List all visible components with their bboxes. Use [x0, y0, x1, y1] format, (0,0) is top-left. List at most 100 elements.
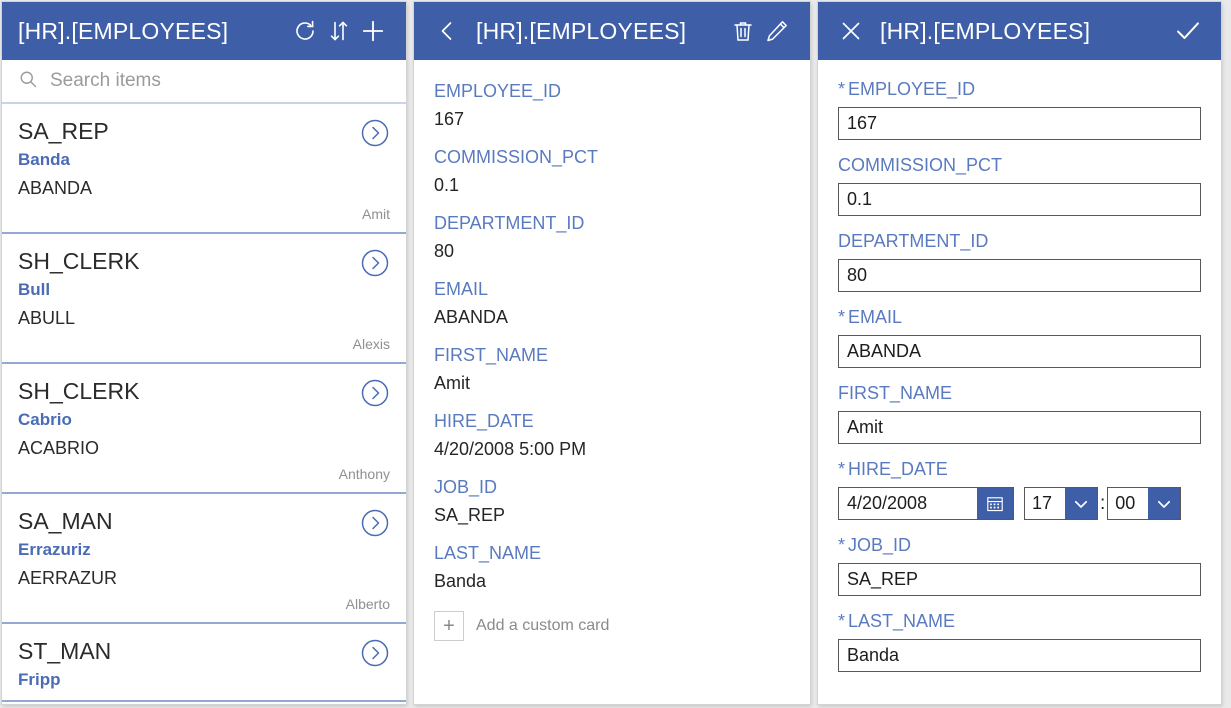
- form-label-text: EMAIL: [848, 307, 903, 327]
- calendar-icon[interactable]: [977, 488, 1013, 519]
- form-field-label: * EMAIL: [838, 304, 1201, 330]
- plus-icon[interactable]: [356, 14, 390, 48]
- list-panel: [HR].[EMPLOYEES] Search items SA_REP Ban…: [2, 2, 406, 704]
- form-label-text: JOB_ID: [848, 535, 912, 555]
- trash-icon[interactable]: [726, 14, 760, 48]
- detail-field-label: JOB_ID: [434, 477, 498, 497]
- detail-field-value: Banda: [434, 571, 487, 591]
- detail-field-value: SA_REP: [434, 505, 506, 525]
- edit-panel-title: [HR].[EMPLOYEES]: [880, 17, 1091, 44]
- form-field-email: * EMAIL: [838, 304, 1201, 368]
- list-item-first-name: Alberto: [345, 596, 390, 612]
- list-item-email: ABANDA: [18, 178, 93, 198]
- department-id-input[interactable]: [838, 259, 1201, 292]
- detail-field-value: 4/20/2008 5:00 PM: [434, 439, 587, 459]
- form-label-text: LAST_NAME: [848, 611, 956, 631]
- first-name-input[interactable]: [838, 411, 1201, 444]
- form-field-label: * HIRE_DATE: [838, 456, 1201, 482]
- detail-field-value: 80: [434, 241, 455, 261]
- search-bar[interactable]: [2, 60, 406, 104]
- minute-stepper[interactable]: [1107, 487, 1182, 520]
- form-field-department-id: DEPARTMENT_ID: [838, 228, 1201, 292]
- close-icon[interactable]: [834, 14, 868, 48]
- detail-panel-header: [HR].[EMPLOYEES]: [414, 2, 810, 60]
- time-separator: :: [1100, 492, 1106, 514]
- hour-stepper[interactable]: [1024, 487, 1098, 520]
- list-item-first-name: Alexis: [352, 336, 390, 352]
- form-field-job-id: * JOB_ID: [838, 532, 1201, 596]
- form-field-label: DEPARTMENT_ID: [838, 231, 989, 251]
- chevron-right-circle-icon[interactable]: [360, 638, 390, 668]
- list-item-job: SA_MAN: [18, 508, 113, 534]
- form-field-last-name: * LAST_NAME: [838, 608, 1201, 672]
- employee-id-input[interactable]: [838, 107, 1201, 140]
- minute-input[interactable]: [1108, 488, 1149, 519]
- detail-field-label: EMAIL: [434, 279, 489, 299]
- form-field-first-name: FIRST_NAME: [838, 380, 1201, 444]
- search-icon: [18, 69, 38, 94]
- list-item-job: SH_CLERK: [18, 378, 140, 404]
- email-input[interactable]: [838, 335, 1201, 368]
- form-field-label: FIRST_NAME: [838, 383, 953, 403]
- date-picker[interactable]: [838, 487, 1014, 520]
- list-panel-title: [HR].[EMPLOYEES]: [18, 17, 229, 44]
- table-row[interactable]: SA_MAN Errazuriz AERRAZUR Alberto: [2, 494, 406, 624]
- required-marker: *: [838, 535, 846, 555]
- list-item-first-name: Amit: [362, 206, 390, 222]
- app-workspace: [HR].[EMPLOYEES] Search items SA_REP Ban…: [0, 0, 1231, 708]
- form-field-label: * EMPLOYEE_ID: [838, 76, 1201, 102]
- last-name-input[interactable]: [838, 639, 1201, 672]
- list-item-first-name: Anthony: [338, 466, 390, 482]
- edit-panel: [HR].[EMPLOYEES] *EMPLOYEE_ID COMMISSION…: [818, 2, 1221, 704]
- detail-panel: [HR].[EMPLOYEES] EMPLOYEE_ID 167 COMMISS…: [414, 2, 810, 704]
- commission-pct-input[interactable]: [838, 183, 1201, 216]
- list-panel-header: [HR].[EMPLOYEES]: [2, 2, 406, 60]
- list-item-last-name: Errazuriz: [18, 540, 91, 559]
- required-marker: *: [838, 459, 846, 479]
- detail-field-value: Amit: [434, 373, 470, 393]
- chevron-right-circle-icon[interactable]: [360, 378, 390, 408]
- form-field-label: COMMISSION_PCT: [838, 155, 1003, 175]
- pencil-icon[interactable]: [760, 14, 794, 48]
- form-field-hire-date: * HIRE_DATE 4/20/2008 17: 00: [838, 456, 1201, 520]
- hire-date-controls: :: [838, 487, 1201, 520]
- sort-icon[interactable]: [322, 14, 356, 48]
- list-item-email: ACABRIO: [18, 438, 100, 458]
- list-item-email: ABULL: [18, 308, 76, 328]
- form-field-employee-id: * EMPLOYEE_ID: [838, 76, 1201, 140]
- add-custom-card-button[interactable]: + Add a custom card: [434, 611, 790, 641]
- table-row[interactable]: SA_REP Banda ABANDA Amit: [2, 104, 406, 234]
- detail-field-label: FIRST_NAME: [434, 345, 549, 365]
- chevron-right-circle-icon[interactable]: [360, 248, 390, 278]
- form-label-text: HIRE_DATE: [848, 459, 948, 479]
- refresh-icon[interactable]: [288, 14, 322, 48]
- detail-field-value: ABANDA: [434, 307, 509, 327]
- list-item-last-name: Fripp: [18, 670, 61, 689]
- detail-panel-title: [HR].[EMPLOYEES]: [476, 17, 687, 44]
- check-icon[interactable]: [1171, 14, 1205, 48]
- list-item-email: AERRAZUR: [18, 568, 118, 588]
- chevron-down-icon[interactable]: [1148, 488, 1181, 519]
- hour-input[interactable]: [1025, 488, 1065, 519]
- chevron-right-circle-icon[interactable]: [360, 508, 390, 538]
- detail-field-label: HIRE_DATE: [434, 411, 534, 431]
- hire-date-input[interactable]: [839, 488, 977, 519]
- job-id-input[interactable]: [838, 563, 1201, 596]
- list-item-job: SH_CLERK: [18, 248, 140, 274]
- chevron-left-icon[interactable]: [430, 14, 464, 48]
- list-item-last-name: Cabrio: [18, 410, 72, 429]
- detail-field-label: LAST_NAME: [434, 543, 542, 563]
- search-input[interactable]: [50, 70, 390, 92]
- chevron-down-icon[interactable]: [1065, 488, 1097, 519]
- list-item-job: ST_MAN: [18, 638, 112, 664]
- chevron-right-circle-icon[interactable]: [360, 118, 390, 148]
- add-custom-card-label: Add a custom card: [476, 617, 610, 634]
- list-item-job: SA_REP: [18, 118, 109, 144]
- table-row[interactable]: SH_CLERK Cabrio ACABRIO Anthony: [2, 364, 406, 494]
- required-marker: *: [838, 307, 846, 327]
- plus-icon: +: [434, 611, 464, 641]
- detail-field-value: 167: [434, 109, 465, 129]
- employee-list: SA_REP Banda ABANDA Amit SH_CLERK Bull A…: [2, 104, 406, 704]
- table-row[interactable]: ST_MAN Fripp: [2, 624, 406, 702]
- table-row[interactable]: SH_CLERK Bull ABULL Alexis: [2, 234, 406, 364]
